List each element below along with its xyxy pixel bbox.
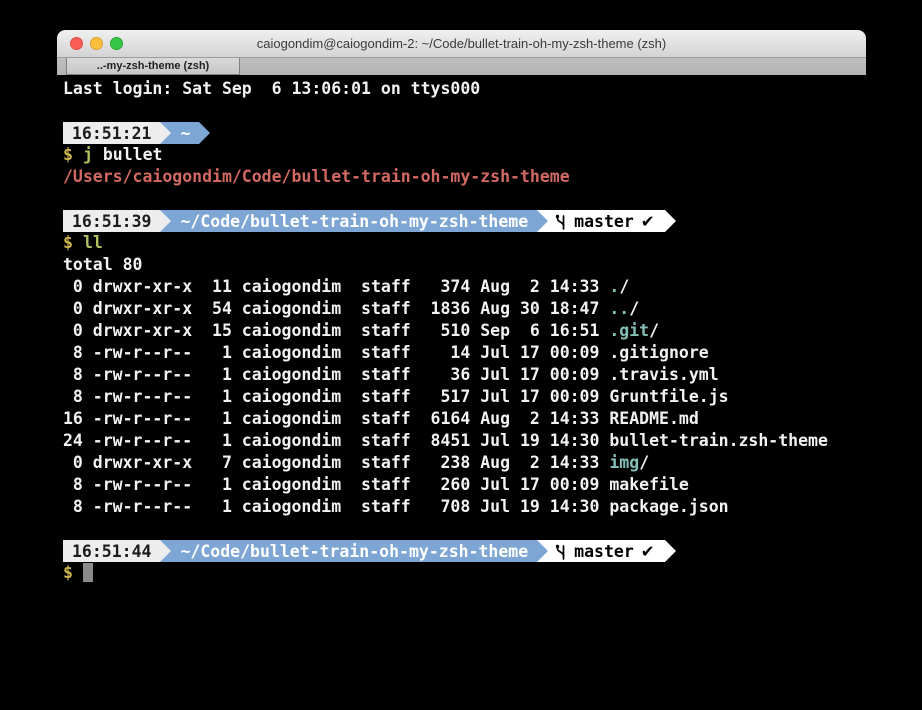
git-branch-icon [554,213,567,230]
terminal-window: caiogondim@caiogondim-2: ~/Code/bullet-t… [57,30,866,710]
powerline-arrow-icon [160,210,171,232]
listing-row: 0 drwxr-xr-x 15 caiogondim staff 510 Sep… [63,320,866,342]
git-branch-name: master [574,212,634,231]
prompt-dir-segment: ~ [171,122,199,144]
powerline-arrow-icon [665,540,676,562]
minimize-button[interactable] [90,37,103,50]
powerline-arrow-icon [665,210,676,232]
traffic-lights [70,37,123,50]
prompt-char: $ [63,563,73,582]
command-args: bullet [103,145,163,164]
tab-label: ..-my-zsh-theme (zsh) [97,60,209,72]
listing-row: 24 -rw-r--r-- 1 caiogondim staff 8451 Ju… [63,430,866,452]
listing-row: 0 drwxr-xr-x 7 caiogondim staff 238 Aug … [63,452,866,474]
git-clean-check-icon: ✔ [641,542,655,561]
command-line-2: $ ll [63,232,866,254]
dir-name: .git [609,321,649,340]
prompt-git-segment: master ✔ [548,540,664,562]
listing-row: 16 -rw-r--r-- 1 caiogondim staff 6164 Au… [63,408,866,430]
prompt-line-3: 16:51:44 ~/Code/bullet-train-oh-my-zsh-t… [63,540,866,562]
output-jump-path: /Users/caiogondim/Code/bullet-train-oh-m… [63,166,866,188]
listing-row: 0 drwxr-xr-x 54 caiogondim staff 1836 Au… [63,298,866,320]
listing-row: 8 -rw-r--r-- 1 caiogondim staff 260 Jul … [63,474,866,496]
command-line-current: $ [63,562,866,584]
command-line-1: $ jbullet [63,144,866,166]
prompt-line-1: 16:51:21 ~ [63,122,866,144]
prompt-time-segment: 16:51:21 [63,122,160,144]
window-title: caiogondim@caiogondim-2: ~/Code/bullet-t… [57,30,866,57]
listing-row: 8 -rw-r--r-- 1 caiogondim staff 14 Jul 1… [63,342,866,364]
terminal-cursor [83,563,93,582]
prompt-time-segment: 16:51:44 [63,540,160,562]
prompt-dir-segment: ~/Code/bullet-train-oh-my-zsh-theme [171,210,537,232]
listing-row: 8 -rw-r--r-- 1 caiogondim staff 517 Jul … [63,386,866,408]
listing-row: 0 drwxr-xr-x 11 caiogondim staff 374 Aug… [63,276,866,298]
powerline-arrow-icon [160,540,171,562]
listing-row: 8 -rw-r--r-- 1 caiogondim staff 708 Jul … [63,496,866,518]
powerline-arrow-icon [537,210,548,232]
powerline-arrow-icon [160,122,171,144]
prompt-dir-segment: ~/Code/bullet-train-oh-my-zsh-theme [171,540,537,562]
blank-line [63,518,866,540]
zoom-button[interactable] [110,37,123,50]
powerline-arrow-icon [199,122,210,144]
last-login-line: Last login: Sat Sep 6 13:06:01 on ttys00… [63,78,866,100]
dir-name: .. [609,299,629,318]
powerline-arrow-icon [537,540,548,562]
git-branch-name: master [574,542,634,561]
blank-line [63,188,866,210]
dir-name: . [609,277,619,296]
git-clean-check-icon: ✔ [641,212,655,231]
close-button[interactable] [70,37,83,50]
prompt-char: $ [63,233,73,252]
prompt-char: $ [63,145,73,164]
tab-zsh[interactable]: ..-my-zsh-theme (zsh) [66,58,240,75]
command-text: j [83,145,93,164]
blank-line [63,100,866,122]
terminal-screen[interactable]: Last login: Sat Sep 6 13:06:01 on ttys00… [57,75,866,710]
git-branch-icon [554,543,567,560]
command-text: ll [83,233,103,252]
output-total: total 80 [63,254,866,276]
titlebar[interactable]: caiogondim@caiogondim-2: ~/Code/bullet-t… [57,30,866,58]
tab-bar: ..-my-zsh-theme (zsh) [57,58,866,76]
prompt-line-2: 16:51:39 ~/Code/bullet-train-oh-my-zsh-t… [63,210,866,232]
prompt-git-segment: master ✔ [548,210,664,232]
dir-name: img [609,453,639,472]
listing-row: 8 -rw-r--r-- 1 caiogondim staff 36 Jul 1… [63,364,866,386]
prompt-time-segment: 16:51:39 [63,210,160,232]
